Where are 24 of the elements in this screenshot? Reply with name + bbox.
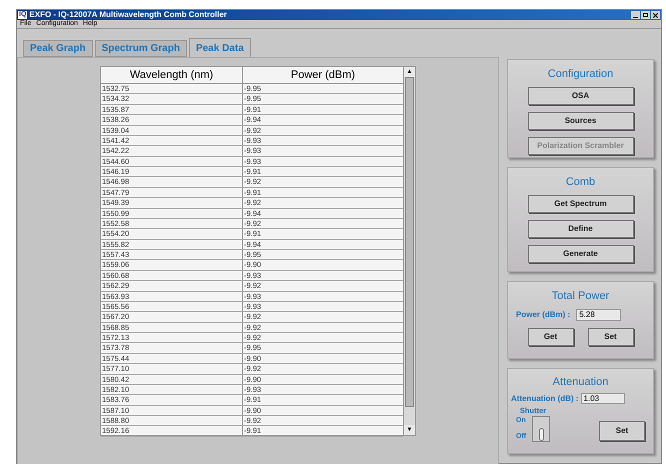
scroll-thumb[interactable] xyxy=(405,77,414,407)
action-button[interactable]: Define xyxy=(528,220,634,238)
column-header: Wavelength (nm) xyxy=(101,67,243,83)
action-button[interactable]: Get Spectrum xyxy=(528,194,634,212)
action-button[interactable]: OSA xyxy=(528,86,634,104)
action-button[interactable]: Set xyxy=(588,328,634,346)
group-title: Configuration xyxy=(548,67,614,82)
minimize-icon[interactable] xyxy=(631,11,640,19)
action-button[interactable]: Get xyxy=(528,328,574,346)
action-button[interactable]: Set xyxy=(599,420,645,441)
toggle-switch[interactable] xyxy=(532,416,550,442)
group-title: Total Power xyxy=(552,289,610,304)
window-title: EXFO - IQ-12007A Multiwavelength Comb Controller xyxy=(29,10,227,20)
group-title: Attenuation xyxy=(552,375,608,390)
group-title: Comb xyxy=(566,175,596,190)
action-button[interactable]: Sources xyxy=(528,112,634,130)
field-label: Power (dBm) : xyxy=(516,308,570,320)
close-icon[interactable] xyxy=(651,11,660,19)
input-field[interactable]: 1.03 xyxy=(580,393,625,404)
maximize-icon[interactable] xyxy=(641,11,650,19)
column-header: Power (dBm) xyxy=(290,68,356,83)
field-label: Attenuation (dB) : xyxy=(511,392,579,404)
input-field[interactable]: 5.28 xyxy=(576,308,622,320)
action-button[interactable]: Generate xyxy=(528,244,634,262)
